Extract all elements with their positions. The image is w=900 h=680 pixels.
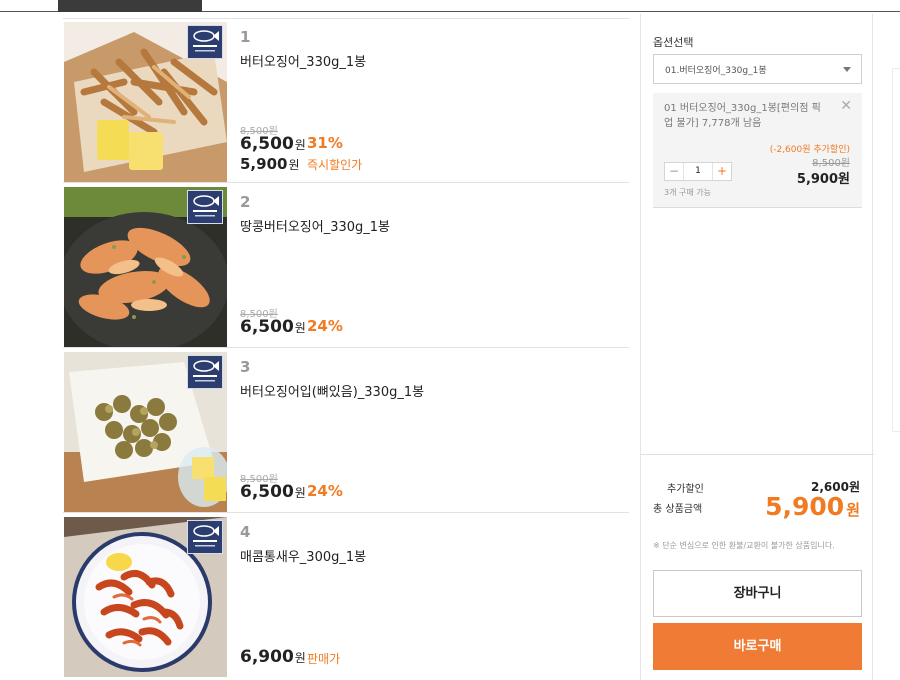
purchase-limit-text: 3개 구매 가능 [664, 188, 711, 197]
product-item-2[interactable]: 2 땅콩버터오징어_330g_1봉 8,500원 6,500원 24% [63, 183, 629, 348]
option-final-price: 5,900원 [796, 172, 850, 187]
discount-rate: 31% [307, 134, 343, 152]
option-label: 옵션선택 [653, 36, 694, 49]
sale-price-value: 6,500 [240, 482, 294, 502]
sale-price-value: 6,900 [240, 647, 294, 667]
fish-logo-icon [193, 30, 219, 52]
quantity-input[interactable]: 1 [683, 163, 713, 180]
product-rank: 3 [240, 358, 251, 376]
close-icon[interactable]: ✕ [840, 98, 852, 114]
buy-now-button[interactable]: 바로구매 [653, 623, 862, 670]
summary-divider [641, 454, 874, 455]
product-rank: 2 [240, 193, 251, 211]
currency-unit: 원 [294, 486, 306, 500]
option-select-value: 01.버터오징어_330g_1봉 [665, 66, 767, 76]
currency-unit: 원 [294, 321, 306, 335]
discount-rate: 24% [307, 317, 343, 335]
fish-logo-icon [193, 195, 219, 217]
good-brand-badge [187, 520, 223, 554]
order-panel: 옵션선택 01.버터오징어_330g_1봉 01 버터오징어_330g_1봉[편… [640, 14, 874, 680]
product-name[interactable]: 땅콩버터오징어_330g_1봉 [240, 216, 390, 235]
fish-logo-icon [193, 360, 219, 382]
product-name[interactable]: 버터오징어_330g_1봉 [240, 51, 366, 70]
sale-price-value: 6,500 [240, 134, 294, 154]
product-item-1[interactable]: 1 버터오징어_330g_1봉 8,500원 6,500원 31% 5,900원… [63, 18, 629, 183]
good-brand-badge [187, 25, 223, 59]
plus-icon[interactable]: + [713, 163, 731, 180]
extra-discount-label: 추가할인 [667, 484, 704, 495]
sale-price: 6,500원 [240, 482, 306, 502]
product-item-4[interactable]: 4 매콤통새우_300g_1봉 6,900원 판매가 [63, 513, 629, 678]
option-select[interactable]: 01.버터오징어_330g_1봉 [653, 54, 862, 84]
product-image[interactable] [64, 187, 227, 347]
option-original-price: 8,500원 [812, 158, 850, 169]
active-tab[interactable] [58, 0, 202, 12]
product-name[interactable]: 매콤통새우_300g_1봉 [240, 546, 366, 565]
add-to-cart-button[interactable]: 장바구니 [653, 570, 862, 617]
total-amount-value: 5,900 [765, 492, 845, 521]
fish-logo-icon [193, 525, 219, 547]
product-image[interactable] [64, 517, 227, 677]
product-image[interactable] [64, 22, 227, 182]
product-item-3[interactable]: 3 버터오징어입(뼈있음)_330g_1봉 8,500원 6,500원 24% [63, 348, 629, 513]
chevron-down-icon [843, 67, 851, 72]
selected-option-box: 01 버터오징어_330g_1봉[편의점 픽업 불가] 7,778개 남음 ✕ … [653, 93, 862, 208]
product-name[interactable]: 버터오징어입(뼈있음)_330g_1봉 [240, 381, 424, 400]
sale-price-value: 6,500 [240, 317, 294, 337]
selected-option-title: 01 버터오징어_330g_1봉[편의점 픽업 불가] 7,778개 남음 [664, 103, 821, 129]
product-image[interactable] [64, 352, 227, 512]
sale-price: 6,900원 [240, 647, 306, 667]
sale-price: 6,500원 [240, 317, 306, 337]
good-brand-badge [187, 190, 223, 224]
total-amount: 5,900 원 [765, 492, 860, 521]
side-panel-edge [892, 68, 900, 432]
instant-price-value: 5,900 [240, 155, 288, 173]
total-amount-label: 총 상품금액 [653, 504, 703, 515]
top-navigation-bar [0, 0, 900, 12]
refund-notice: ※ 단순 변심으로 인한 환불/교환이 불가한 상품입니다. [653, 541, 835, 550]
total-amount-unit: 원 [846, 501, 860, 519]
quantity-stepper: − 1 + [664, 162, 732, 181]
sale-price: 6,500원 [240, 134, 306, 154]
instant-discount-price: 5,900원 [240, 155, 300, 173]
currency-unit: 원 [294, 138, 306, 152]
price-tag-label: 즉시할인가 [307, 158, 363, 172]
product-rank: 4 [240, 523, 251, 541]
currency-unit: 원 [294, 651, 306, 665]
minus-icon[interactable]: − [665, 163, 683, 180]
good-brand-badge [187, 355, 223, 389]
currency-unit: 원 [288, 158, 300, 172]
discount-rate: 24% [307, 482, 343, 500]
product-rank: 1 [240, 28, 251, 46]
price-tag-label: 판매가 [307, 652, 341, 666]
